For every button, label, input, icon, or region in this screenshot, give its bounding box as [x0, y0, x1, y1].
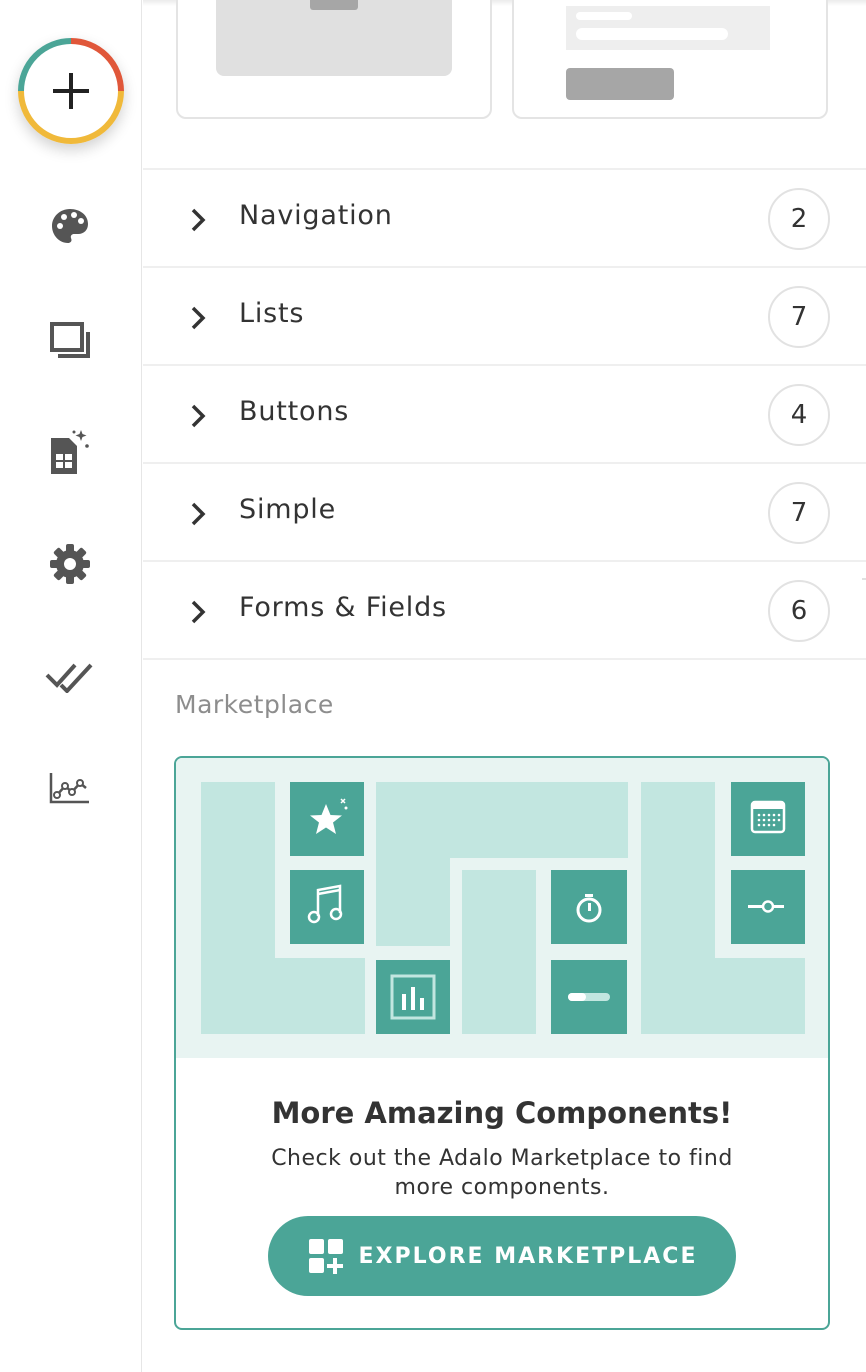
database-icon	[51, 430, 89, 474]
marketplace-card: More Amazing Components! Check out the A…	[174, 756, 830, 1330]
double-check-icon	[45, 663, 93, 693]
star-icon	[290, 782, 364, 856]
palette-icon	[52, 209, 88, 243]
category-row-simple[interactable]: Simple 7	[143, 462, 866, 560]
chart-icon	[376, 960, 450, 1034]
image-preview-illustration	[216, 0, 452, 76]
category-count-badge: 6	[768, 580, 830, 642]
publish-button[interactable]	[45, 651, 95, 701]
branding-button[interactable]	[45, 201, 95, 251]
calendar-icon	[731, 782, 805, 856]
marketplace-description: Check out the Adalo Marketplace to find …	[271, 1146, 733, 1200]
toggle-icon	[731, 870, 805, 944]
screens-icon	[50, 322, 90, 358]
analytics-button[interactable]	[45, 763, 95, 813]
database-button[interactable]	[45, 428, 95, 478]
marketplace-section-title: Marketplace	[175, 690, 334, 719]
category-label: Lists	[239, 298, 305, 329]
grid-plus-icon	[308, 1239, 343, 1274]
explore-marketplace-button[interactable]: EXPLORE MARKETPLACE	[268, 1216, 736, 1296]
analytics-icon	[49, 773, 89, 804]
chevron-right-icon	[191, 600, 206, 624]
explore-marketplace-label: EXPLORE MARKETPLACE	[358, 1243, 698, 1269]
left-rail	[0, 0, 142, 1372]
component-preview-card[interactable]	[176, 0, 492, 119]
category-count-badge: 2	[768, 188, 830, 250]
chevron-right-icon	[191, 404, 206, 428]
add-component-button[interactable]	[18, 38, 124, 144]
category-label: Navigation	[239, 200, 393, 231]
music-note-icon	[290, 870, 364, 944]
category-label: Forms & Fields	[239, 592, 447, 623]
category-count-badge: 7	[768, 482, 830, 544]
components-panel: Navigation 2 Lists 7 Buttons 4 Simple 7 …	[143, 0, 866, 1372]
card-preview-illustration	[566, 6, 770, 100]
settings-gear-icon	[50, 544, 90, 584]
component-preview-card[interactable]	[512, 0, 828, 119]
marketplace-title: More Amazing Components!	[271, 1096, 733, 1130]
category-row-buttons[interactable]: Buttons 4	[143, 364, 866, 462]
plus-icon	[18, 38, 124, 144]
chevron-right-icon	[191, 208, 206, 232]
category-count-badge: 7	[768, 286, 830, 348]
category-row-forms-fields[interactable]: Forms & Fields 6	[143, 560, 866, 660]
progress-bar-icon	[551, 960, 627, 1034]
marketplace-illustration	[176, 758, 828, 1058]
timer-icon	[551, 870, 627, 944]
category-row-lists[interactable]: Lists 7	[143, 266, 866, 364]
category-label: Buttons	[239, 396, 350, 427]
screens-button[interactable]	[45, 317, 95, 367]
chevron-right-icon	[191, 306, 206, 330]
category-label: Simple	[239, 494, 336, 525]
chevron-right-icon	[191, 502, 206, 526]
scroll-edge-divider	[862, 578, 866, 580]
category-row-navigation[interactable]: Navigation 2	[143, 168, 866, 266]
settings-button[interactable]	[45, 539, 95, 589]
category-count-badge: 4	[768, 384, 830, 446]
